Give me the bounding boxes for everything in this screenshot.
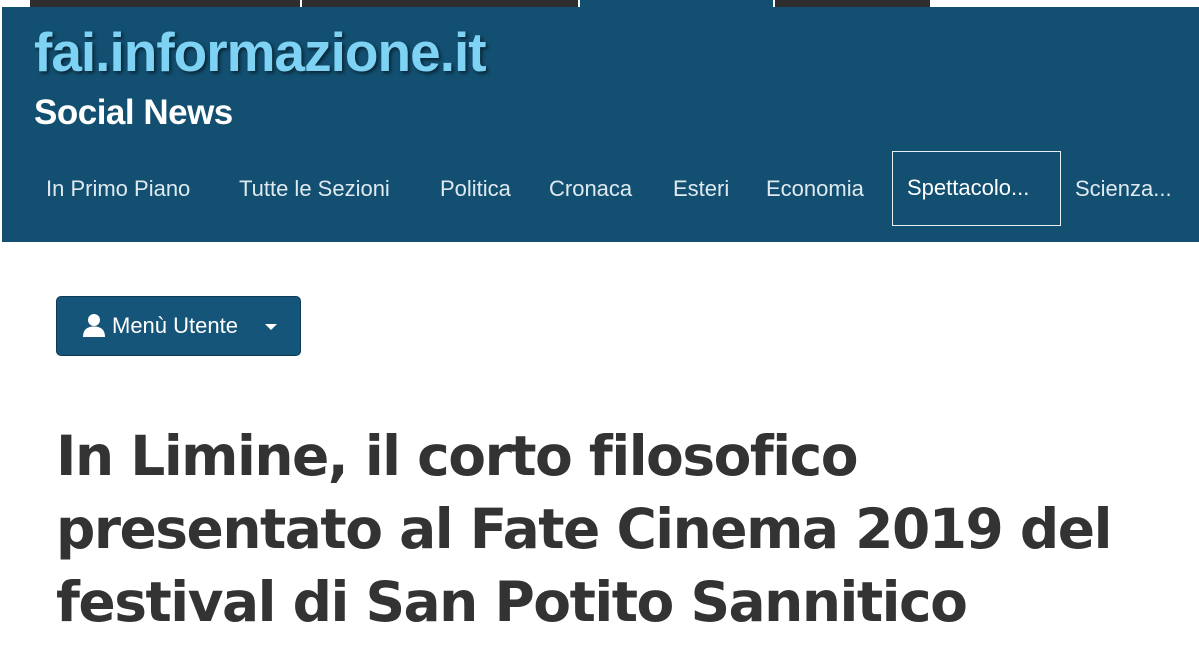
- nav-item-politica[interactable]: Politica: [440, 151, 511, 226]
- nav-item-spettacolo[interactable]: Spettacolo...: [892, 151, 1061, 226]
- top-tab-strip: [0, 0, 1199, 7]
- article-title: In Limine, il corto filosofico presentat…: [56, 424, 1112, 634]
- site-logo[interactable]: fai.informazione.it: [34, 17, 487, 87]
- site-tagline: Social News: [34, 93, 233, 132]
- site-header: fai.informazione.it Social News In Primo…: [2, 7, 1199, 242]
- nav-item-tutte-le-sezioni[interactable]: Tutte le Sezioni: [239, 151, 390, 226]
- top-tab-active[interactable]: [580, 0, 773, 7]
- nav-item-cronaca[interactable]: Cronaca: [549, 151, 632, 226]
- main-nav: In Primo Piano Tutte le Sezioni Politica…: [2, 151, 1199, 226]
- caret-down-icon: [265, 324, 277, 330]
- top-tab[interactable]: [302, 0, 578, 7]
- user-icon: [83, 314, 105, 337]
- nav-item-in-primo-piano[interactable]: In Primo Piano: [46, 151, 190, 226]
- user-menu-button[interactable]: Menù Utente: [56, 296, 301, 356]
- top-tab[interactable]: [30, 0, 300, 7]
- nav-item-economia[interactable]: Economia: [766, 151, 864, 226]
- nav-item-esteri[interactable]: Esteri: [673, 151, 729, 226]
- nav-item-scienza[interactable]: Scienza...: [1075, 151, 1172, 226]
- top-tab[interactable]: [775, 0, 930, 7]
- user-menu-label: Menù Utente: [112, 313, 238, 338]
